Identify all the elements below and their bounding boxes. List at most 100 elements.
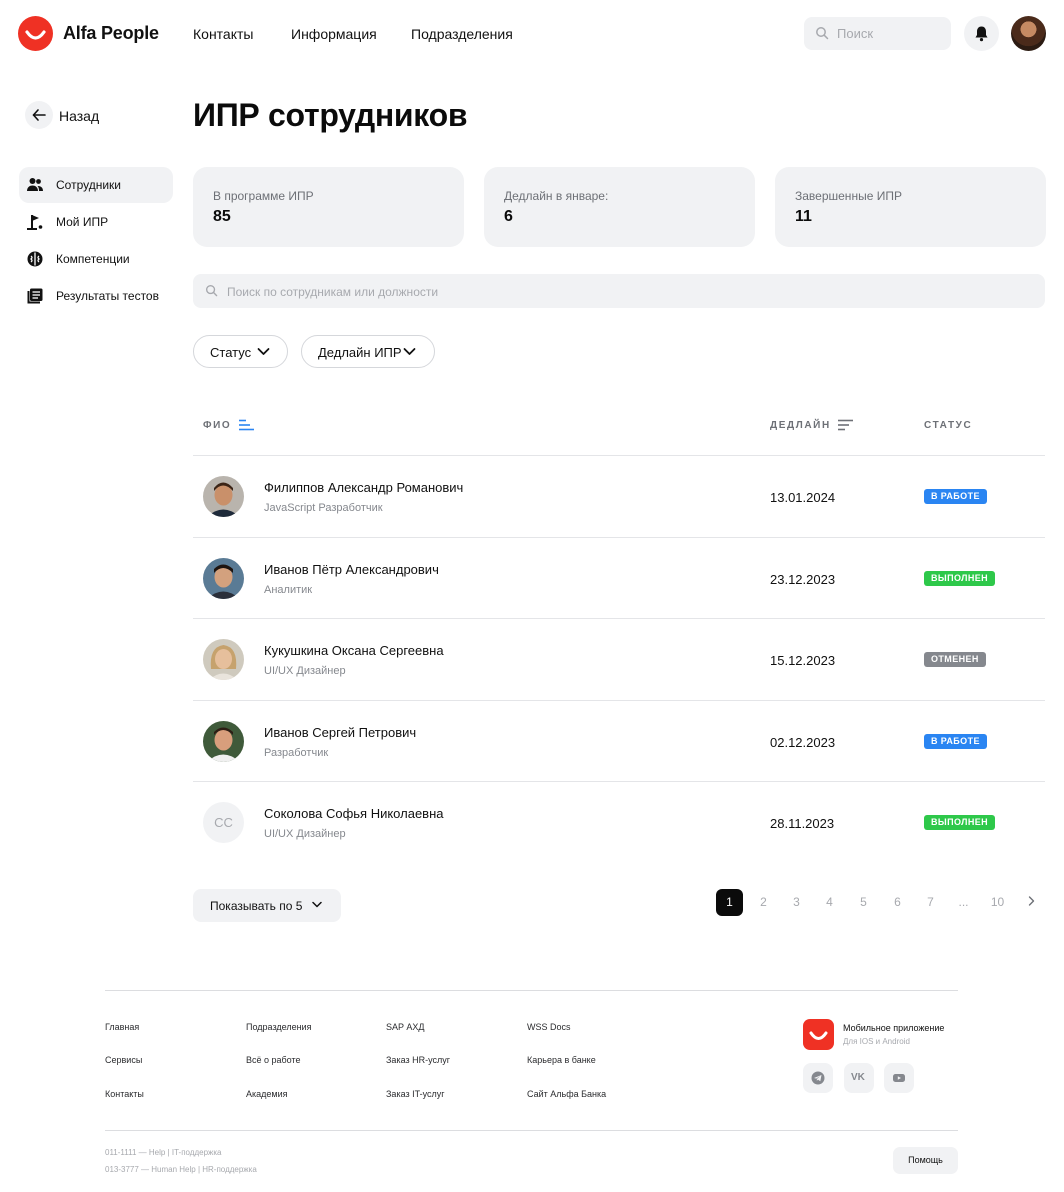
footer-link-hr-services[interactable]: Заказ HR-услуг [386,1055,450,1065]
stat-label: Завершенные ИПР [795,189,902,203]
table-row[interactable]: Филиппов Александр Романович JavaScript … [193,456,1045,537]
employee-name[interactable]: Иванов Сергей Петрович [264,725,416,740]
footer-link-home[interactable]: Главная [105,1022,139,1032]
employee-name[interactable]: Иванов Пётр Александрович [264,562,439,577]
flag-icon [27,215,43,230]
page-6-button[interactable]: 6 [884,889,911,916]
sidebar-item-employees[interactable]: Сотрудники [19,167,173,203]
nav-information[interactable]: Информация [291,26,377,42]
filter-label: Дедлайн ИПР [318,345,402,360]
sort-icon[interactable] [238,419,255,431]
stat-card-in-program: В программе ИПР 85 [193,167,464,247]
stat-label: В программе ИПР [213,189,314,203]
vk-button[interactable]: VK [844,1063,874,1093]
help-button[interactable]: Помощь [893,1147,958,1174]
stat-value: 85 [213,208,231,225]
it-support-contact: 011-1111 — Help | IT-поддержка [105,1148,222,1157]
sidebar-item-competencies[interactable]: Компетенции [19,241,173,277]
page-5-button[interactable]: 5 [850,889,877,916]
sidebar-item-test-results[interactable]: Результаты тестов [19,278,173,314]
footer-divider [105,990,958,991]
table-row[interactable]: CC Соколова Софья Николаевна UI/UX Дизай… [193,782,1045,863]
status-filter-dropdown[interactable]: Статус [193,335,288,368]
employee-name[interactable]: Филиппов Александр Романович [264,480,463,495]
alfa-logo-icon[interactable] [18,16,53,51]
footer-divider [105,1130,958,1131]
footer-link-departments[interactable]: Подразделения [246,1022,311,1032]
bell-icon [975,26,988,42]
brand-name[interactable]: Alfa People [63,23,159,44]
header-search-input[interactable]: Поиск [804,17,951,50]
page-size-label: Показывать по 5 [210,899,303,913]
deadline-filter-dropdown[interactable]: Дедлайн ИПР [301,335,435,368]
status-badge: ВЫПОЛНЕН [924,571,996,586]
page-10-button[interactable]: 10 [984,889,1011,916]
chevron-down-icon [403,348,416,355]
employee-role: Разработчик [264,747,329,759]
page-3-button[interactable]: 3 [783,889,810,916]
sidebar-item-my-ipr[interactable]: Мой ИПР [19,204,173,240]
user-avatar[interactable] [1011,16,1046,51]
stat-value: 11 [795,208,812,225]
page-size-dropdown[interactable]: Показывать по 5 [193,889,341,922]
column-header-deadline[interactable]: ДЕДЛАЙН [770,420,831,431]
brain-icon [27,251,43,267]
column-header-name[interactable]: ФИО [203,420,231,431]
employee-name[interactable]: Соколова Софья Николаевна [264,806,444,821]
next-page-button[interactable] [1018,889,1045,916]
youtube-icon [893,1074,905,1082]
footer-link-alfa-bank-site[interactable]: Сайт Альфа Банка [527,1089,606,1099]
telegram-icon [811,1071,825,1085]
back-button[interactable]: Назад [25,101,105,129]
stat-card-completed: Завершенные ИПР 11 [775,167,1046,247]
vk-icon: VK [851,1072,865,1083]
table-row[interactable]: Кукушкина Оксана Сергеевна UI/UX Дизайне… [193,619,1045,700]
page-7-button[interactable]: 7 [917,889,944,916]
top-navigation: Alfa People Контакты Информация Подразде… [0,0,1064,66]
table-row[interactable]: Иванов Сергей Петрович Разработчик 02.12… [193,701,1045,782]
footer-link-it-services[interactable]: Заказ IT-услуг [386,1089,445,1099]
status-badge: В РАБОТЕ [924,734,987,749]
employee-role: JavaScript Разработчик [264,502,383,514]
page-1-button[interactable]: 1 [716,889,743,916]
status-badge: ВЫПОЛНЕН [924,815,996,830]
nav-departments[interactable]: Подразделения [411,26,513,42]
filter-label: Статус [210,345,252,360]
deadline-date: 28.11.2023 [770,816,835,831]
footer-link-careers[interactable]: Карьера в банке [527,1055,596,1065]
mobile-app-title[interactable]: Мобильное приложение [843,1023,944,1033]
status-badge: В РАБОТЕ [924,489,987,504]
employee-search-input[interactable]: Поиск по сотрудникам или должности [193,274,1045,308]
tests-icon [27,288,43,304]
stat-label: Дедлайн в январе: [504,189,609,203]
sort-icon[interactable] [837,419,854,431]
stat-card-deadline-january: Дедлайн в январе: 6 [484,167,755,247]
sidebar-item-label: Результаты тестов [56,289,159,303]
page-2-button[interactable]: 2 [750,889,777,916]
youtube-button[interactable] [884,1063,914,1093]
employee-search-placeholder: Поиск по сотрудникам или должности [227,285,439,299]
notifications-button[interactable] [964,16,999,51]
sidebar-item-label: Сотрудники [56,178,121,192]
deadline-date: 02.12.2023 [770,735,836,750]
mobile-app-logo-icon[interactable] [803,1019,834,1050]
deadline-date: 15.12.2023 [770,653,836,668]
page-4-button[interactable]: 4 [816,889,843,916]
footer-link-wss-docs[interactable]: WSS Docs [527,1022,571,1032]
page-ellipsis: ... [958,895,969,909]
footer-link-contacts[interactable]: Контакты [105,1089,144,1099]
search-placeholder: Поиск [837,26,874,41]
employee-avatar [203,476,244,517]
telegram-button[interactable] [803,1063,833,1093]
footer-link-sap[interactable]: SAP АХД [386,1022,424,1032]
employee-name[interactable]: Кукушкина Оксана Сергеевна [264,643,444,658]
hr-support-contact: 013-3777 — Human Help | HR-поддержка [105,1165,257,1174]
footer-link-about-work[interactable]: Всё о работе [246,1055,301,1065]
footer-link-services[interactable]: Сервисы [105,1055,142,1065]
employee-avatar [203,558,244,599]
column-header-status: СТАТУС [924,420,973,431]
page-title: ИПР сотрудников [193,97,468,133]
table-row[interactable]: Иванов Пётр Александрович Аналитик 23.12… [193,538,1045,619]
nav-contacts[interactable]: Контакты [193,26,253,42]
footer-link-academy[interactable]: Академия [246,1089,288,1099]
